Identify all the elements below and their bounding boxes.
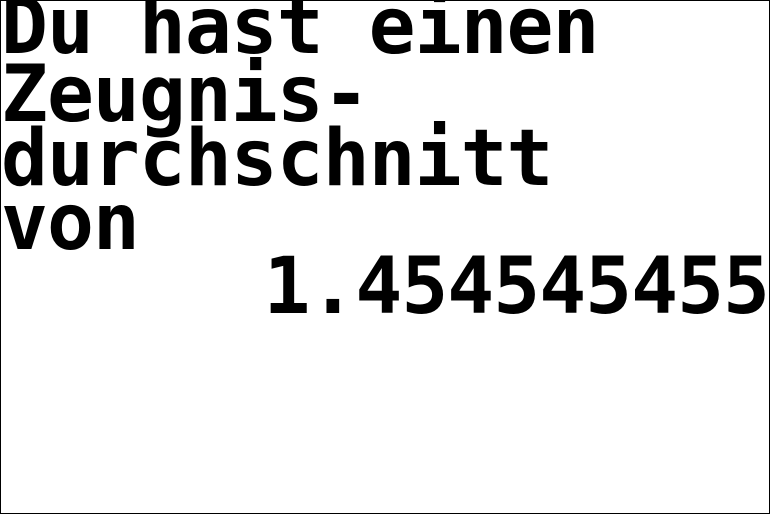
result-value: 1.454545455 [263, 242, 769, 332]
busy-indicator-icon: ⋮ [755, 19, 769, 59]
calculator-screen: Du hast einen Zeugnis- durchschnitt von … [0, 0, 770, 514]
